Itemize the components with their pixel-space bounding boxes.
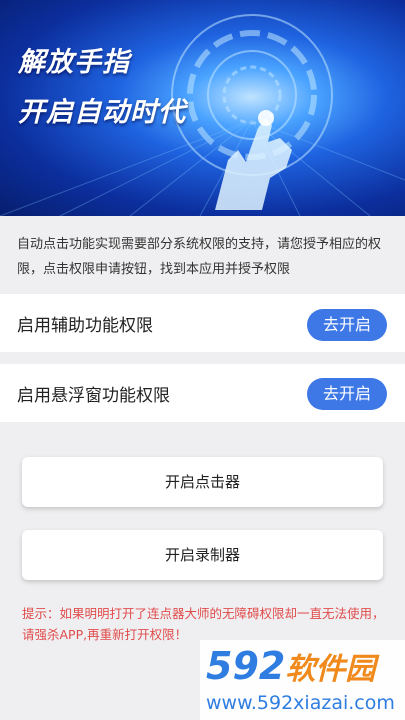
enable-overlay-button[interactable]: 去开启	[307, 378, 387, 410]
watermark-logo: 592软件园	[206, 644, 375, 688]
accessibility-permission-row: 启用辅助功能权限 去开启	[0, 294, 405, 352]
watermark-url: www.592xiazai.com	[206, 692, 395, 714]
overlay-permission-row: 启用悬浮窗功能权限 去开启	[0, 364, 405, 422]
start-clicker-button[interactable]: 开启点击器	[22, 457, 383, 507]
enable-accessibility-button[interactable]: 去开启	[307, 309, 387, 341]
watermark-logo-name: 软件园	[285, 652, 376, 687]
accessibility-permission-label: 启用辅助功能权限	[17, 316, 153, 336]
overlay-permission-label: 启用悬浮窗功能权限	[17, 386, 170, 406]
permission-notice: 自动点击功能实现需要部分系统权限的支持，请您授予相应的权限，点击权限申请按钮，找…	[0, 216, 405, 290]
start-recorder-button[interactable]: 开启录制器	[22, 530, 383, 580]
hero-banner: 解放手指 开启自动时代	[0, 0, 405, 216]
notice-text: 自动点击功能实现需要部分系统权限的支持，请您授予相应的权限，点击权限申请按钮，找…	[17, 237, 382, 277]
site-watermark: 592软件园 www.592xiazai.com	[200, 640, 405, 720]
tip-text: 提示：如果明明打开了连点器大师的无障碍权限却一直无法使用，请强杀APP,再重新打…	[22, 606, 385, 642]
banner-slogan-line2: 开启自动时代	[18, 97, 186, 128]
watermark-logo-number: 592	[206, 644, 286, 688]
banner-slogan-line1: 解放手指	[18, 47, 130, 78]
